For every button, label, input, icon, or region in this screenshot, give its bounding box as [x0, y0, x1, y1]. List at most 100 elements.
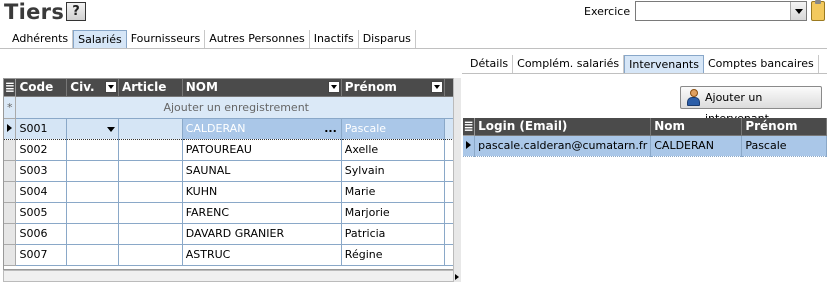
- cell-code[interactable]: S007: [15, 244, 68, 266]
- column-header-article[interactable]: Article: [118, 79, 183, 97]
- cell-nom[interactable]: ASTRUC: [182, 244, 342, 266]
- tab-salaries[interactable]: Salariés: [73, 30, 127, 49]
- column-header-prenom-label: Prénom: [344, 80, 397, 95]
- cell-prenom[interactable]: Pascale: [341, 117, 446, 140]
- column-header-login[interactable]: Login (Email): [474, 118, 652, 136]
- cell-nom[interactable]: CALDERAN: [650, 134, 743, 157]
- row-selector[interactable]: [4, 160, 17, 182]
- row-selector[interactable]: [4, 181, 17, 203]
- cell-nom[interactable]: SAUNAL: [182, 160, 342, 182]
- cell-nom[interactable]: KUHN: [182, 181, 342, 203]
- tabs-divider: [0, 48, 827, 49]
- horizontal-scrollbar[interactable]: [3, 270, 458, 282]
- cell-prenom[interactable]: Patricia: [341, 223, 446, 245]
- cell-code[interactable]: S003: [15, 160, 68, 182]
- cell-nom[interactable]: FARENC: [182, 202, 342, 224]
- cell-login[interactable]: pascale.calderan@cumatarn.fr: [474, 134, 652, 157]
- chevron-down-icon[interactable]: [790, 2, 806, 20]
- cell-prenom[interactable]: Pascale: [741, 134, 827, 157]
- tab-comptes-bancaires[interactable]: Comptes bancaires: [703, 55, 819, 74]
- vertical-scrollbar[interactable]: [453, 78, 461, 282]
- ellipsis-button[interactable]: ...: [324, 122, 337, 135]
- row-selector[interactable]: [463, 134, 476, 157]
- cell-civ[interactable]: [66, 223, 119, 245]
- row-selector[interactable]: [4, 244, 17, 266]
- cell-civ[interactable]: [66, 202, 119, 224]
- scroll-arrow-icon[interactable]: [455, 274, 459, 280]
- column-header-civ[interactable]: Civ.: [66, 79, 119, 97]
- help-button[interactable]: ?: [66, 2, 86, 21]
- column-header-nom[interactable]: Nom: [650, 118, 743, 136]
- add-intervenant-button[interactable]: Ajouter un intervenant: [680, 86, 822, 125]
- cell-civ[interactable]: [66, 160, 119, 182]
- column-header-code[interactable]: Code: [15, 79, 68, 97]
- cell-civ[interactable]: [66, 139, 119, 161]
- column-header-prenom[interactable]: Prénom: [741, 118, 827, 136]
- cell-nom[interactable]: DAVARD GRANIER: [182, 223, 342, 245]
- table-row[interactable]: S002 PATOUREAU Axelle: [4, 139, 457, 161]
- cell-nom[interactable]: CALDERAN...: [182, 117, 342, 140]
- cell-code[interactable]: S002: [15, 139, 68, 161]
- clipboard-icon[interactable]: [811, 0, 825, 21]
- table-row[interactable]: S003 SAUNAL Sylvain: [4, 160, 457, 182]
- row-selector[interactable]: [4, 117, 17, 140]
- add-record-label[interactable]: Ajouter un enregistrement: [15, 96, 457, 119]
- table-row[interactable]: pascale.calderan@cumatarn.fr CALDERAN Pa…: [463, 134, 827, 157]
- cell-prenom[interactable]: Régine: [341, 244, 446, 266]
- grid-header-row: ≣ Login (Email) Nom Prénom: [463, 118, 827, 136]
- cell-civ[interactable]: [66, 244, 119, 266]
- cell-civ[interactable]: [66, 181, 119, 203]
- tab-intervenants[interactable]: Intervenants: [624, 55, 704, 74]
- cell-prenom[interactable]: Marjorie: [341, 202, 446, 224]
- tab-disparus[interactable]: Disparus: [358, 30, 416, 49]
- grid-header-row: ≣ Code Civ. Article NOM Prénom: [4, 79, 457, 97]
- grid-menu-icon[interactable]: ≣: [4, 79, 17, 97]
- cell-code[interactable]: S006: [15, 223, 68, 245]
- current-row-icon: [7, 124, 13, 132]
- row-selector[interactable]: [4, 139, 17, 161]
- cell-civ[interactable]: [66, 117, 119, 140]
- tab-adherents[interactable]: Adhérents: [8, 30, 74, 49]
- cell-article[interactable]: [118, 244, 183, 266]
- cell-article[interactable]: [118, 117, 183, 140]
- cell-article[interactable]: [118, 160, 183, 182]
- cell-article[interactable]: [118, 223, 183, 245]
- tab-complem-salaries[interactable]: Complém. salariés: [513, 55, 625, 74]
- tabs-divider: [462, 73, 827, 74]
- table-row[interactable]: S007 ASTRUC Régine: [4, 244, 457, 266]
- tab-inactifs[interactable]: Inactifs: [309, 30, 359, 49]
- cell-prenom[interactable]: Sylvain: [341, 160, 446, 182]
- tab-autres-personnes[interactable]: Autres Personnes: [205, 30, 310, 49]
- cell-code[interactable]: S005: [15, 202, 68, 224]
- table-row[interactable]: S005 FARENC Marjorie: [4, 202, 457, 224]
- column-header-nom[interactable]: NOM: [182, 79, 342, 97]
- current-row-icon: [466, 141, 472, 149]
- cell-nom-value: CALDERAN: [185, 122, 246, 135]
- table-row[interactable]: S006 DAVARD GRANIER Patricia: [4, 223, 457, 245]
- tab-details[interactable]: Détails: [466, 55, 514, 74]
- cell-article[interactable]: [118, 139, 183, 161]
- tab-fournisseurs[interactable]: Fournisseurs: [126, 30, 206, 49]
- row-selector[interactable]: [4, 202, 17, 224]
- grid-menu-icon[interactable]: ≣: [463, 118, 476, 136]
- new-row-marker: *: [4, 96, 17, 119]
- cell-nom[interactable]: PATOUREAU: [182, 139, 342, 161]
- add-record-row[interactable]: * Ajouter un enregistrement: [4, 96, 457, 119]
- salaries-grid: ≣ Code Civ. Article NOM Prénom * Ajouter…: [3, 78, 458, 270]
- table-row[interactable]: S001 CALDERAN... Pascale: [4, 117, 457, 140]
- main-tabs: Adhérents Salariés Fournisseurs Autres P…: [8, 30, 416, 49]
- table-row[interactable]: S004 KUHN Marie: [4, 181, 457, 203]
- row-selector[interactable]: [4, 223, 17, 245]
- cell-prenom[interactable]: Marie: [341, 181, 446, 203]
- filter-dropdown-icon[interactable]: [431, 81, 444, 93]
- cell-prenom[interactable]: Axelle: [341, 139, 446, 161]
- filter-dropdown-icon[interactable]: [104, 81, 117, 93]
- column-header-prenom[interactable]: Prénom: [341, 79, 446, 97]
- cell-code[interactable]: S001: [15, 117, 68, 140]
- cell-code[interactable]: S004: [15, 181, 68, 203]
- cell-article[interactable]: [118, 181, 183, 203]
- cell-article[interactable]: [118, 202, 183, 224]
- chevron-down-icon[interactable]: [106, 126, 115, 132]
- filter-dropdown-icon[interactable]: [327, 81, 340, 93]
- exercice-select[interactable]: [635, 1, 807, 21]
